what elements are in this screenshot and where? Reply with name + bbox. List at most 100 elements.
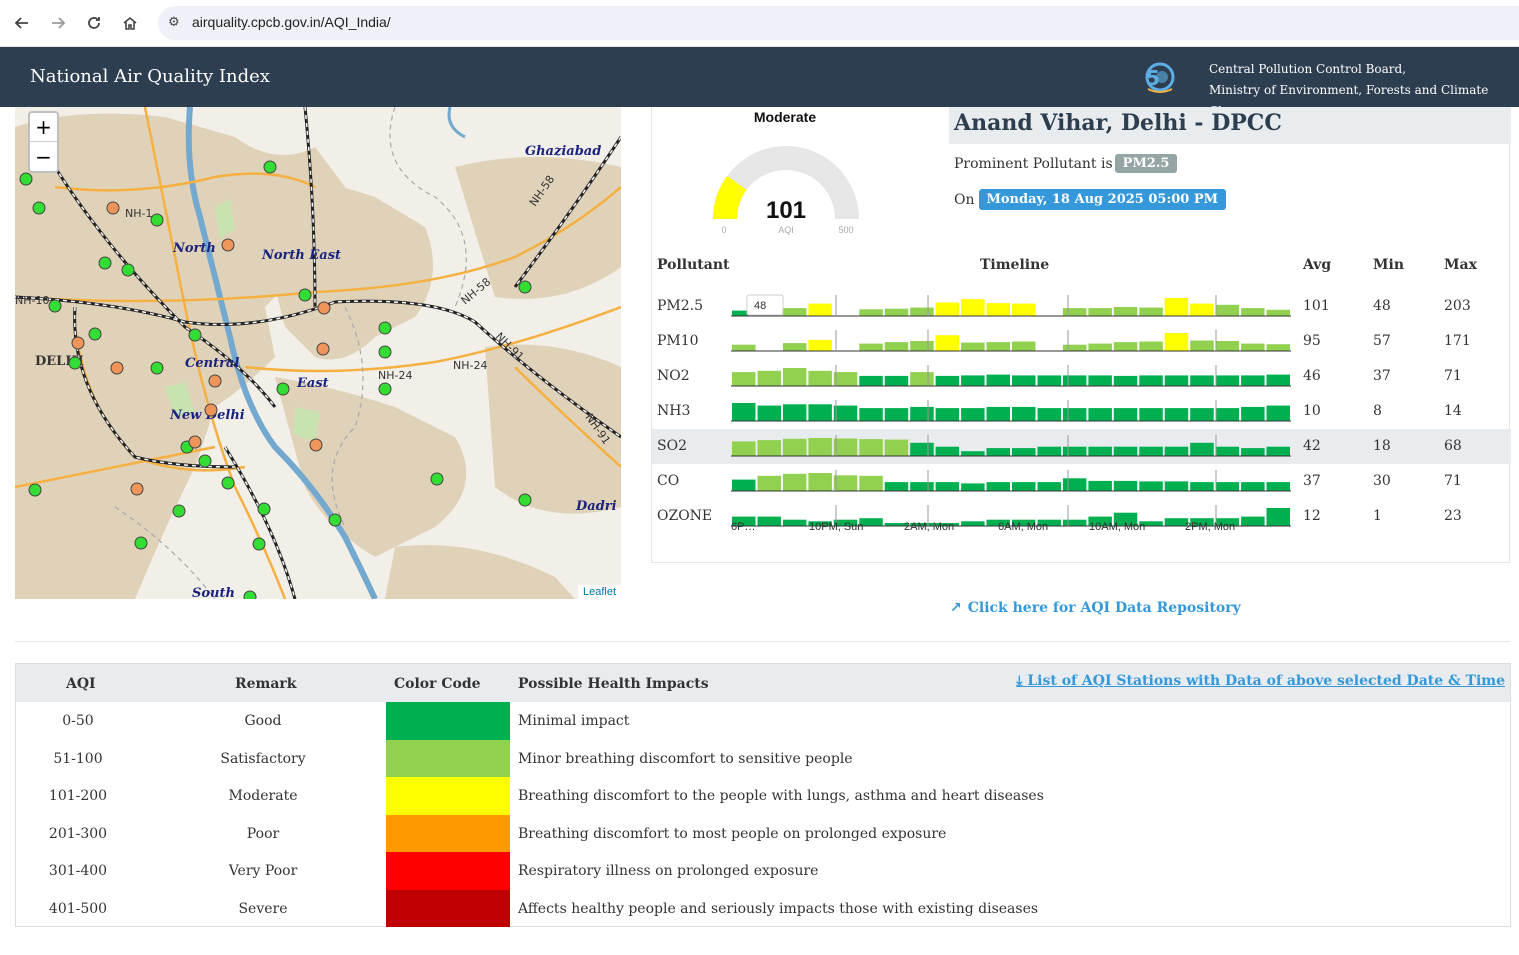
timeline-axis-label: 2AM, Mon: [904, 521, 955, 533]
timeline-bar: [1266, 446, 1290, 456]
aqi-table-row: 0-50 Good Minimal impact: [16, 702, 1510, 740]
aqi-category-label: Moderate: [753, 109, 817, 125]
timeline-bar: [1012, 448, 1036, 456]
timeline-bar: [732, 372, 756, 386]
datetime-badge: Monday, 18 Aug 2025 05:00 PM: [978, 189, 1227, 210]
timeline-bar: [1088, 480, 1112, 491]
aqi-remark: Very Poor: [228, 863, 298, 879]
timeline-bar: [859, 408, 883, 421]
site-header: National Air Quality Index 5 Central Pol…: [0, 47, 1519, 118]
timeline-bar: [1164, 481, 1189, 491]
aqi-map[interactable]: Ghaziabad North North East DELHI Central…: [15, 107, 621, 599]
timeline-bar: [782, 473, 807, 491]
map-attribution-link[interactable]: Leaflet: [577, 585, 621, 599]
timeline-bar: [732, 344, 756, 351]
timeline-bar: [1012, 341, 1036, 351]
timeline-bar: [1113, 307, 1138, 316]
aqi-remark: Satisfactory: [220, 750, 306, 767]
timeline-bar: [782, 519, 807, 526]
timeline-bar: [935, 408, 960, 421]
timeline-bar: [808, 438, 832, 456]
timeline-bar: [1088, 446, 1112, 456]
svg-text:North East: North East: [261, 248, 341, 263]
timeline-bar: [1113, 408, 1138, 421]
timeline-bar: [1164, 375, 1189, 386]
timeline-bar: [961, 521, 985, 526]
aqi-repository-link[interactable]: ↗ Click here for AQI Data Repository: [950, 600, 1241, 616]
aqi-color-swatch: [386, 852, 510, 890]
timeline-sparkline[interactable]: [731, 429, 1291, 464]
station-list-download-link[interactable]: ⤓ List of AQI Stations with Data of abov…: [1016, 673, 1505, 689]
pollutant-name: PM10: [657, 333, 699, 349]
aqi-remark: Good: [244, 713, 282, 729]
svg-text:NH-10: NH-10: [15, 294, 49, 307]
timeline-sparkline[interactable]: [731, 359, 1291, 394]
aqi-health-impact: Respiratory illness on prolonged exposur…: [518, 863, 819, 879]
timeline-bar: [1241, 448, 1265, 456]
timeline-bar: [1190, 303, 1214, 316]
timeline-bar: [859, 375, 883, 386]
timeline-bar: [1241, 308, 1265, 316]
zoom-out-button[interactable]: −: [30, 142, 57, 171]
col-pollutant: Pollutant: [657, 257, 730, 273]
station-panel: Moderate 101 AQI 0 500 Anand Vihar, Delh…: [651, 107, 1511, 563]
timeline-bar: [1037, 482, 1061, 491]
th-health-impacts: Possible Health Impacts: [518, 676, 709, 692]
home-icon[interactable]: [118, 11, 142, 35]
page-title: National Air Quality Index: [30, 66, 270, 87]
timeline-bar: [1037, 375, 1061, 386]
timeline-bar: [1241, 516, 1265, 526]
timeline-bar: [859, 343, 883, 351]
timeline-bar: [1241, 375, 1265, 386]
site-settings-icon[interactable]: ⚙: [168, 15, 180, 30]
timeline-bar: [884, 342, 909, 351]
timeline-bar: [910, 406, 934, 421]
timeline-sparkline[interactable]: [731, 394, 1291, 429]
timeline-tooltip: 48: [746, 294, 784, 316]
pollutant-name: CO: [657, 473, 680, 489]
reload-icon[interactable]: [82, 11, 106, 35]
url-text: airquality.cpcb.gov.in/AQI_India/: [192, 14, 391, 30]
timeline-bar: [1062, 408, 1087, 421]
timeline-bar: [1012, 406, 1036, 421]
timeline-bar: [859, 309, 883, 317]
timeline-axis-label: 10AM, Mon: [1089, 521, 1146, 533]
svg-text:Central: Central: [185, 356, 239, 371]
timeline-bar: [1113, 375, 1138, 386]
col-min: Min: [1373, 257, 1404, 273]
timeline-bar: [1062, 519, 1087, 526]
pollutant-row: OZONE 12 1 23: [652, 499, 1511, 534]
timeline-sparkline[interactable]: [731, 324, 1291, 359]
aqi-range: 401-500: [48, 900, 108, 917]
cpcb-logo-icon: 5: [1145, 62, 1175, 93]
timeline-axis-label: 6AM, Mon: [998, 521, 1049, 533]
zoom-in-button[interactable]: +: [30, 113, 57, 142]
aqi-legend-table: AQI Remark Color Code Possible Health Im…: [15, 663, 1511, 927]
aqi-range: 51-100: [53, 750, 103, 767]
download-link-text: List of AQI Stations with Data of above …: [1027, 673, 1505, 689]
aqi-value: 101: [766, 197, 806, 224]
timeline-bar: [732, 479, 756, 491]
col-timeline: Timeline: [980, 257, 1050, 273]
timeline-bar: [884, 408, 909, 421]
forward-icon[interactable]: [46, 11, 70, 35]
timeline-bar: [859, 475, 883, 491]
timeline-bar: [1012, 482, 1036, 491]
timeline-sparkline[interactable]: [731, 464, 1291, 499]
aqi-color-swatch: [386, 814, 510, 852]
timeline-sparkline[interactable]: 48: [731, 289, 1291, 324]
back-icon[interactable]: [10, 11, 34, 35]
svg-text:South: South: [192, 586, 235, 599]
timeline-bar: [935, 375, 960, 386]
svg-text:NH-24: NH-24: [453, 359, 487, 372]
address-bar[interactable]: ⚙ airquality.cpcb.gov.in/AQI_India/: [158, 6, 1519, 40]
pollutant-avg: 101: [1303, 298, 1330, 314]
timeline-bar: [986, 303, 1010, 316]
aqi-range: 301-400: [48, 863, 108, 879]
pollutant-avg: 46: [1303, 368, 1321, 384]
timeline-bar: [910, 307, 934, 316]
timeline-bar: [1190, 408, 1214, 421]
pollutant-row: NO2 46 37 71: [652, 359, 1511, 394]
timeline-bar: [884, 439, 909, 456]
timeline-bar: [961, 408, 985, 421]
